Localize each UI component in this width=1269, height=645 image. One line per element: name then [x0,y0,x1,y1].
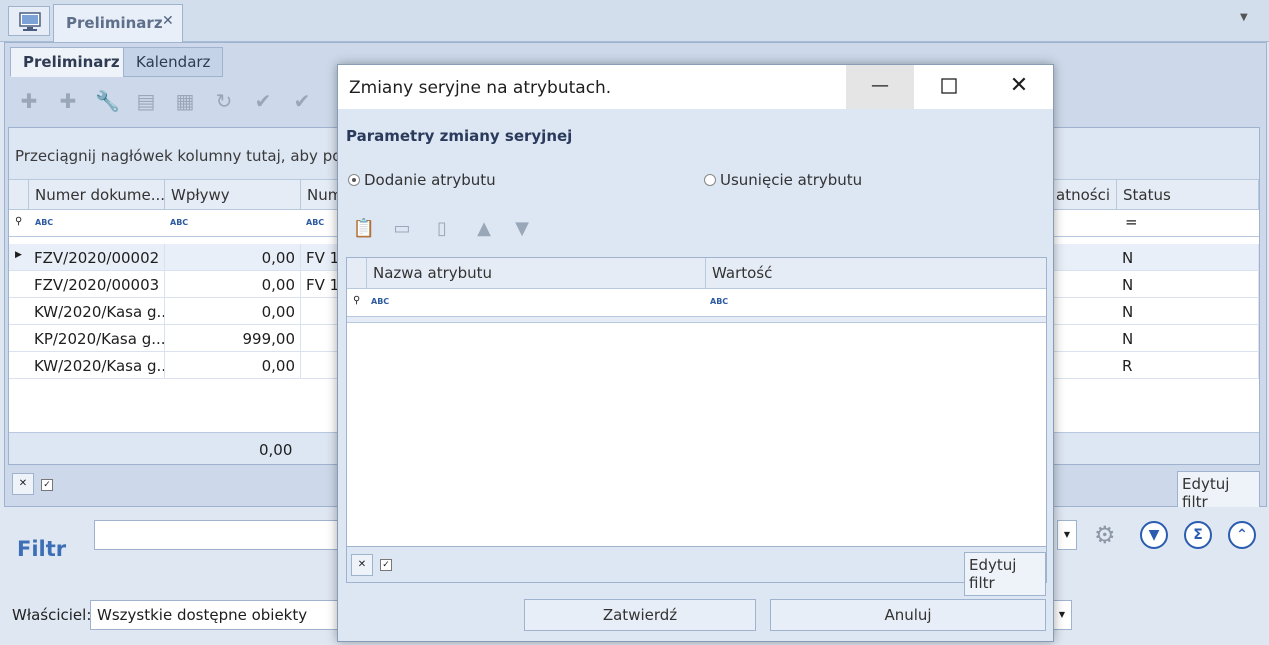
text-filter-icon[interactable]: ABC [306,218,326,230]
sum-icon[interactable]: Σ [1184,521,1212,549]
edit-document-icon[interactable]: ▦ [173,89,197,113]
wrench-icon[interactable]: 🔧 [95,89,120,113]
refresh-icon[interactable]: ↻ [212,89,236,113]
cancel-button[interactable]: Anuluj [770,599,1046,631]
close-tab-icon[interactable]: ✕ [162,13,174,29]
filter-input[interactable] [94,520,344,550]
pin-icon: ⚲ [15,216,23,227]
close-icon[interactable]: ✕ [984,65,1054,109]
cell-wplywy: 999,00 [165,325,301,352]
clear-filter-icon[interactable]: ✕ [12,473,34,495]
document-icon[interactable]: ▤ [134,89,158,113]
owner-select[interactable]: Wszystkie dostępne obiekty [90,600,340,630]
dialog-title: Zmiany seryjne na atrybutach. [349,78,612,98]
check-all-icon[interactable]: ✔ [290,89,314,113]
cell-numer: KW/2020/Kasa g... [29,352,165,379]
cell-status: N [1117,244,1259,271]
edit-attribute-icon[interactable]: ▭ [390,217,414,241]
filter-dropdown-icon[interactable]: ▼ [1057,520,1077,550]
column-header-numer[interactable]: Numer dokume... [29,180,165,210]
check-icon[interactable]: ✔ [251,89,275,113]
cell-status: N [1117,325,1259,352]
maximize-icon[interactable] [914,65,984,109]
dialog-grid-bottom-bar: ✕ ✓ Edytuj filtr [346,547,1047,596]
grid-separator [347,317,1046,323]
edit-filter-button[interactable]: Edytuj filtr [964,552,1046,596]
add-attribute-label[interactable]: Dodanie atrybutu [364,171,496,189]
owner-label: Właściciel: [12,606,92,624]
attributes-filter-row: ⚲ ABC ABC [347,289,1046,317]
move-down-icon[interactable]: ▼ [510,217,534,241]
dialog-titlebar: Zmiany seryjne na atrybutach. — ✕ [338,65,1053,109]
params-section-title: Parametry zmiany seryjnej [346,127,573,145]
cell-wplywy: 0,00 [165,352,301,379]
minimize-icon[interactable]: — [846,65,914,109]
monitor-icon[interactable] [8,6,50,36]
document-tab[interactable]: Preliminarz ✕ [53,4,183,42]
document-tab-label: Preliminarz [66,14,163,32]
cell-wplywy: 0,00 [165,298,301,325]
chevron-down-icon[interactable]: ▼ [1240,12,1248,23]
gear-icon[interactable]: ⚙ [1094,521,1116,549]
pin-icon: ⚲ [353,295,361,306]
filter-enabled-checkbox[interactable]: ✓ [380,559,392,571]
delete-attribute-icon[interactable]: ▯ [430,217,454,241]
add-copy-icon[interactable]: ✚ [56,89,80,113]
cell-numer: KW/2020/Kasa g... [29,298,165,325]
cell-status: N [1117,298,1259,325]
funnel-icon[interactable]: ▼ [1140,521,1168,549]
filter-enabled-checkbox[interactable]: ✓ [41,479,53,491]
row-indicator-header [9,180,29,210]
window-tabbar: Preliminarz ✕ ▼ [0,0,1269,42]
filter-label: Filtr [17,537,67,561]
tab-preliminarz[interactable]: Preliminarz [10,47,133,77]
batch-attribute-dialog: Zmiany seryjne na atrybutach. — ✕ Parame… [337,64,1054,642]
column-header-platnosci[interactable]: atności [1049,180,1117,210]
tab-kalendarz[interactable]: Kalendarz [123,47,224,77]
column-header-wplywy[interactable]: Wpływy [165,180,301,210]
clear-filter-icon[interactable]: ✕ [351,554,373,576]
cell-numer: FZV/2020/00002 [29,244,165,271]
attributes-grid: Nazwa atrybutu Wartość ⚲ ABC ABC [346,257,1047,547]
row-indicator-header [347,258,367,289]
cell-status: N [1117,271,1259,298]
collapse-up-icon[interactable]: ⌃ [1228,521,1256,549]
add-attribute-radio[interactable] [348,174,360,186]
cell-wplywy: 0,00 [165,271,301,298]
cell-numer: FZV/2020/00003 [29,271,165,298]
sum-wplywy: 0,00 [259,441,293,459]
column-header-status[interactable]: Status [1117,180,1259,210]
remove-attribute-radio[interactable] [704,174,716,186]
cell-wplywy: 0,00 [165,244,301,271]
cell-numer: KP/2020/Kasa g... [29,325,165,352]
move-up-icon[interactable]: ▲ [472,217,496,241]
text-filter-icon[interactable]: ABC [371,297,391,309]
add-attribute-icon[interactable]: 📋 [352,217,376,241]
cell-status: R [1117,352,1259,379]
column-header-value[interactable]: Wartość [706,258,1046,289]
text-filter-icon[interactable]: ABC [710,297,730,309]
add-icon[interactable]: ✚ [17,89,41,113]
remove-attribute-label[interactable]: Usunięcie atrybutu [720,171,862,189]
owner-dropdown-icon[interactable]: ▼ [1052,600,1072,630]
text-filter-icon[interactable]: ABC [170,218,190,230]
current-row-icon: ▶ [15,250,22,260]
text-filter-icon[interactable]: ABC [35,218,55,230]
equals-filter-icon[interactable]: = [1125,213,1138,231]
column-header-attribute-name[interactable]: Nazwa atrybutu [367,258,706,289]
confirm-button[interactable]: Zatwierdź [524,599,756,631]
